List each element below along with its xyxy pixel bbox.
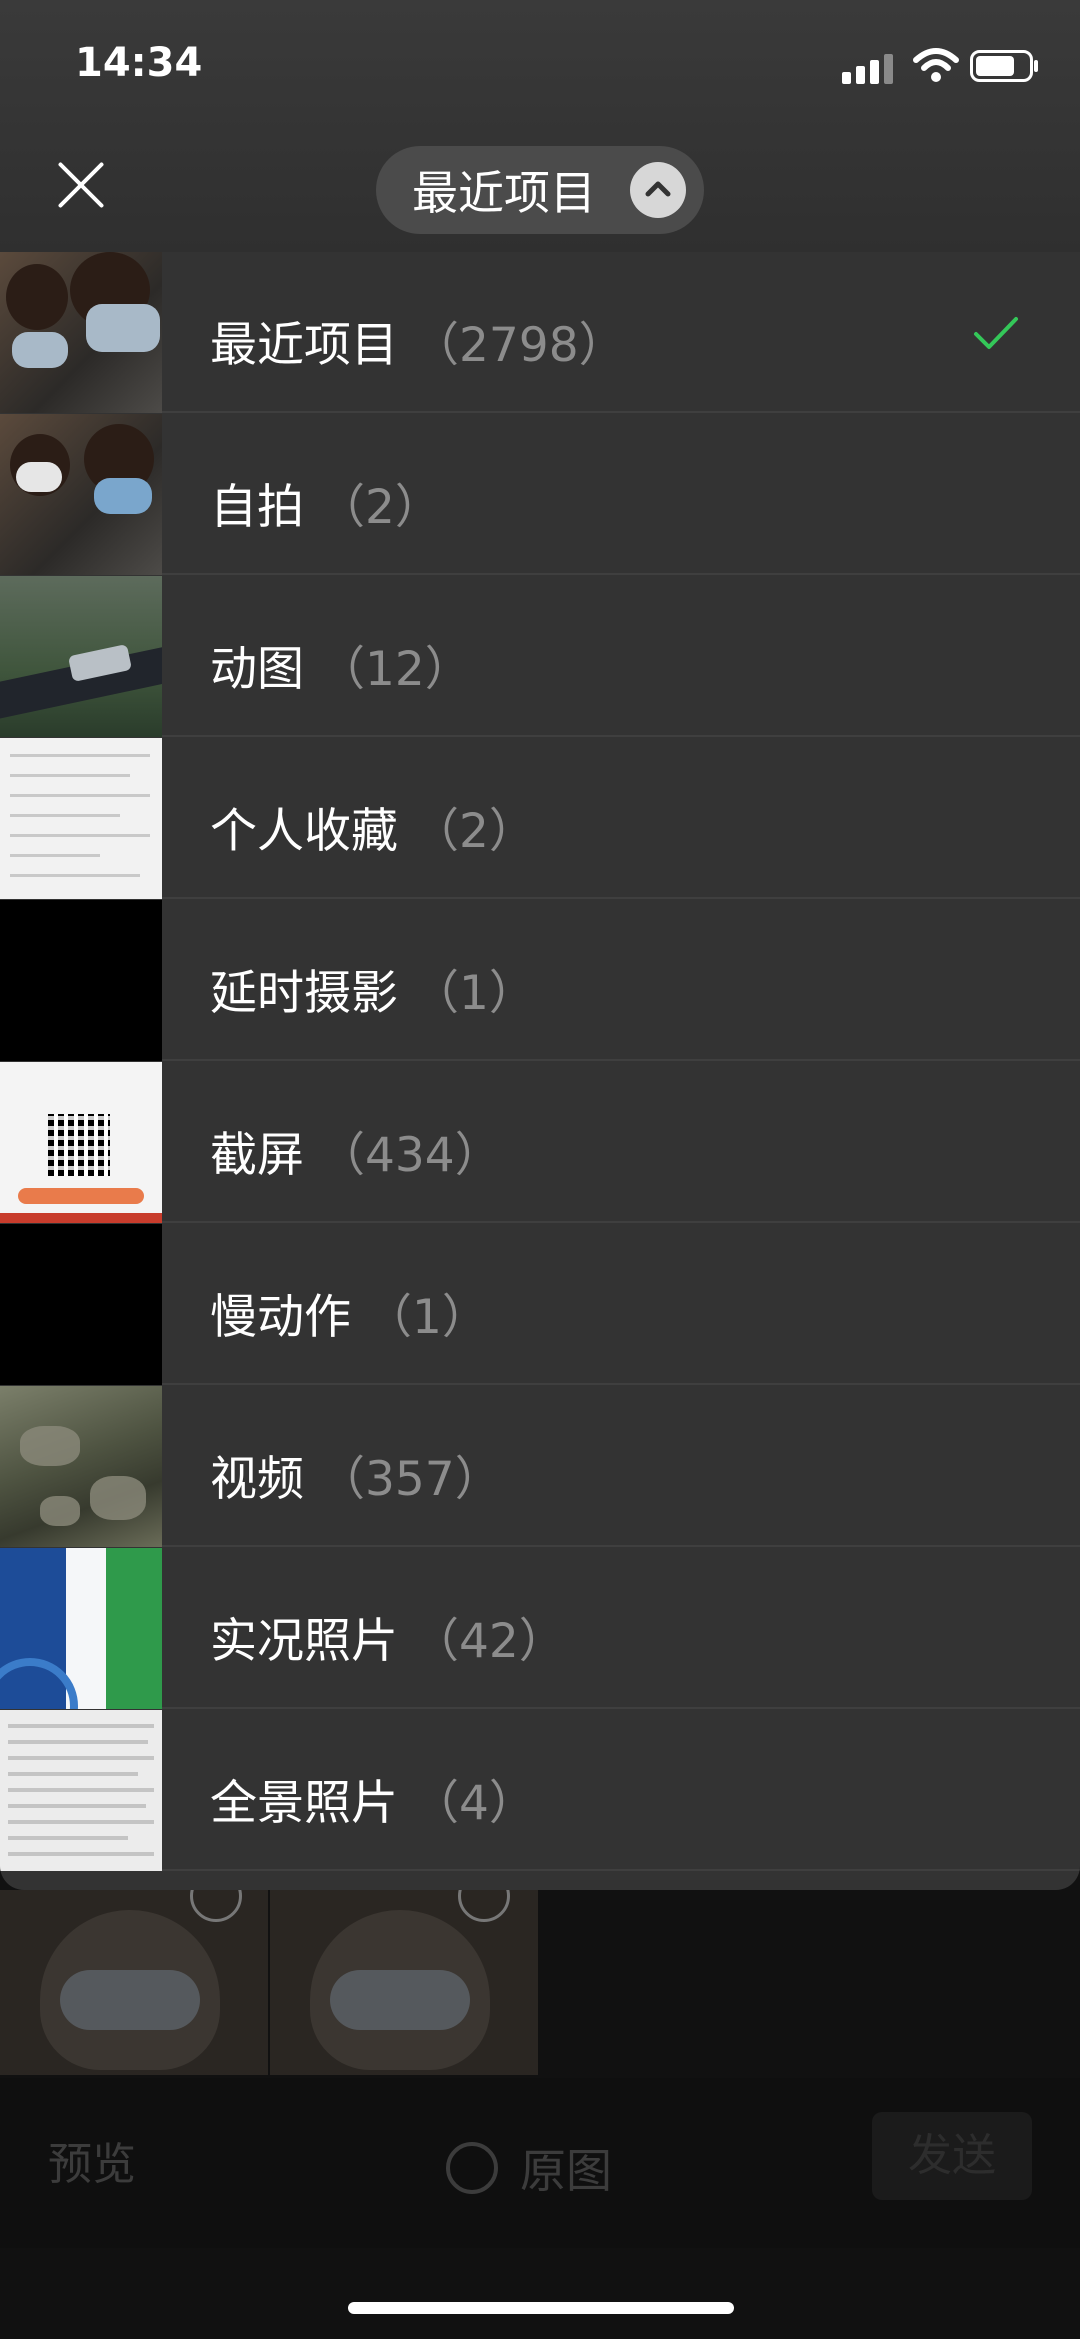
album-thumbnail — [0, 1062, 162, 1223]
album-name: 动图 （12） — [210, 642, 472, 697]
album-row-favorites[interactable]: 个人收藏 （2） — [0, 738, 1080, 899]
album-name: 延时摄影 （1） — [210, 966, 536, 1021]
close-icon[interactable] — [55, 160, 105, 210]
original-label: 原图 — [520, 2144, 612, 2198]
photo-grid-background — [0, 1870, 1080, 2075]
album-name: 视频 （357） — [210, 1452, 502, 1507]
signal-icon — [842, 52, 898, 84]
album-row-videos[interactable]: 视频 （357） — [0, 1386, 1080, 1547]
status-icons — [842, 46, 1042, 86]
album-name: 全景照片 （4） — [210, 1776, 536, 1831]
album-row-screenshots[interactable]: 截屏 （434） — [0, 1062, 1080, 1223]
album-list: 最近项目 （2798） 自拍 （2） 动图 （12） 个人收藏 （2） 延时摄影… — [0, 252, 1080, 1890]
radio-icon[interactable] — [446, 2142, 498, 2194]
album-thumbnail — [0, 1710, 162, 1871]
album-thumbnail — [0, 738, 162, 899]
album-name: 慢动作 （1） — [210, 1290, 489, 1345]
checkmark-icon — [974, 317, 1018, 349]
album-name: 截屏 （434） — [210, 1128, 502, 1183]
battery-icon — [970, 50, 1038, 82]
album-row-recent[interactable]: 最近项目 （2798） — [0, 252, 1080, 413]
album-thumbnail — [0, 1386, 162, 1547]
album-thumbnail — [0, 252, 162, 413]
album-row-selfie[interactable]: 自拍 （2） — [0, 414, 1080, 575]
chevron-up-icon[interactable] — [630, 162, 686, 218]
album-row-live-photos[interactable]: 实况照片 （42） — [0, 1548, 1080, 1709]
album-row-gif[interactable]: 动图 （12） — [0, 576, 1080, 737]
album-thumbnail — [0, 1548, 162, 1709]
album-switcher-title: 最近项目 — [412, 166, 596, 220]
album-thumbnail — [0, 576, 162, 737]
album-switcher[interactable]: 最近项目 — [376, 146, 704, 234]
album-thumbnail — [0, 900, 162, 1061]
album-thumbnail — [0, 1224, 162, 1385]
album-row-timelapse[interactable]: 延时摄影 （1） — [0, 900, 1080, 1061]
home-indicator — [348, 2302, 734, 2314]
wifi-icon — [913, 48, 959, 82]
album-name: 自拍 （2） — [210, 480, 442, 535]
album-row-panoramas[interactable]: 全景照片 （4） — [0, 1710, 1080, 1871]
send-button[interactable]: 发送 — [872, 2112, 1032, 2200]
album-thumbnail — [0, 414, 162, 575]
preview-button[interactable]: 预览 — [48, 2128, 136, 2192]
album-name: 实况照片 （42） — [210, 1614, 566, 1669]
status-time: 14:34 — [75, 40, 203, 86]
album-name: 最近项目 （2798） — [210, 318, 626, 373]
album-row-slowmo[interactable]: 慢动作 （1） — [0, 1224, 1080, 1385]
album-name: 个人收藏 （2） — [210, 804, 536, 859]
original-toggle[interactable]: 原图 — [446, 2135, 612, 2201]
